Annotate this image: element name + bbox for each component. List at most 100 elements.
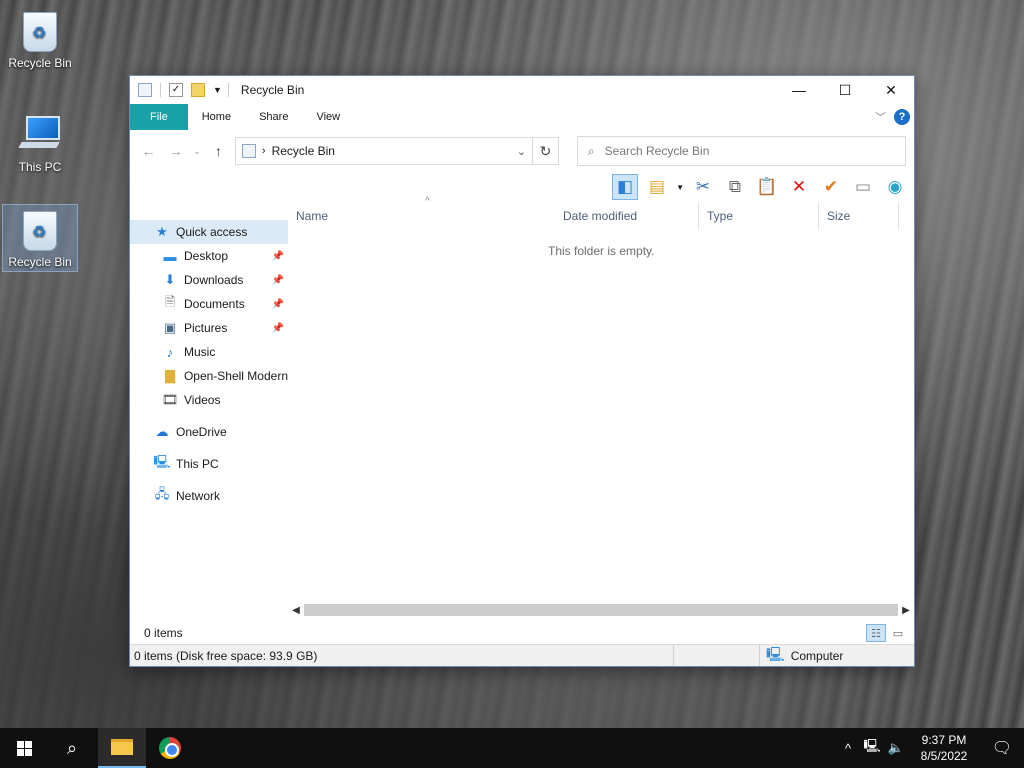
tab-view[interactable]: View (302, 104, 354, 130)
refresh-button[interactable]: ↻ (531, 137, 559, 165)
chevron-down-icon[interactable]: ⌄ (517, 145, 526, 158)
nav-item-open-shell[interactable]: ▇ Open-Shell Modern (130, 364, 288, 388)
nav-item-pictures[interactable]: ▣ Pictures 📌 (130, 316, 288, 340)
nav-item-music[interactable]: ♪ Music (130, 340, 288, 364)
horizontal-scrollbar[interactable]: ◀ ▶ (288, 601, 914, 619)
customize-quick-access-icon[interactable]: ▼ (213, 85, 222, 95)
network-icon[interactable]: 🖳 (860, 737, 884, 759)
search-input[interactable]: ⌕ Search Recycle Bin (576, 136, 906, 166)
desktop-icon-this-pc[interactable]: This PC (2, 106, 78, 174)
details-view-icon[interactable]: ☷ (866, 624, 886, 642)
windows-logo-icon (16, 740, 32, 756)
nav-label: Quick access (176, 225, 248, 239)
view-dropdown-icon[interactable]: ▼ (676, 183, 684, 192)
nav-label: Music (184, 345, 216, 359)
up-button[interactable]: ↑ (208, 143, 229, 159)
nav-label: This PC (176, 457, 219, 471)
start-button[interactable] (0, 728, 48, 768)
film-icon: 🎞 (161, 392, 179, 407)
nav-item-network[interactable]: 🖧 Network (130, 484, 288, 508)
chrome-icon (159, 737, 181, 759)
nav-label: Documents (184, 297, 245, 311)
nav-item-videos[interactable]: 🎞 Videos (130, 388, 288, 412)
chevron-up-icon[interactable]: ^ (836, 741, 860, 756)
delete-icon[interactable]: ✕ (786, 174, 812, 200)
divider (227, 83, 229, 97)
classic-toolbar: ◧ ▤ ▼ ✂ ⧉ 📋 ✕ ✔ ▭ ◉ (130, 172, 914, 202)
expand-ribbon-icon[interactable]: ﹀ (875, 109, 886, 125)
computer-icon: 🖳 (153, 454, 171, 469)
scrollbar-thumb[interactable] (304, 604, 898, 616)
taskbar-chrome[interactable] (146, 728, 194, 768)
music-note-icon: ♪ (166, 344, 174, 360)
forward-button[interactable]: → (165, 143, 186, 159)
item-count: 0 items (144, 626, 183, 640)
folder-icon (111, 739, 133, 755)
sort-ascending-icon: ^ (425, 196, 430, 207)
nav-item-quick-access[interactable]: ★ Quick access (130, 220, 288, 244)
breadcrumb-separator-icon[interactable]: › (262, 145, 266, 157)
check-icon[interactable]: ✔ (818, 174, 844, 200)
item-count-bar: 0 items ☷ ▭ (130, 622, 914, 644)
scroll-right-icon[interactable]: ▶ (898, 605, 914, 616)
ribbon-tabs: File Home Share View ﹀ ? (130, 104, 914, 130)
copy-icon[interactable]: ⧉ (722, 174, 748, 200)
status-location: Computer (790, 648, 844, 663)
column-type[interactable]: Type (699, 202, 819, 230)
globe-icon[interactable]: ◉ (882, 174, 908, 200)
volume-icon[interactable]: 🔈 (884, 740, 908, 756)
desktop-icon-recycle-bin[interactable]: Recycle Bin (2, 6, 78, 74)
recycle-bin-icon (23, 211, 57, 251)
maximize-button[interactable]: ☐ (822, 76, 868, 104)
scroll-left-icon[interactable]: ◀ (288, 605, 304, 616)
tab-share[interactable]: Share (245, 104, 302, 130)
large-icons-view-icon[interactable]: ▭ (888, 624, 908, 642)
nav-item-this-pc[interactable]: 🖳 This PC (130, 452, 288, 476)
file-list[interactable]: ^ Name Date modified Type Size This fold… (288, 196, 914, 606)
divider (160, 83, 161, 97)
tab-home[interactable]: Home (188, 104, 245, 130)
clock-time: 9:37 PM (921, 733, 967, 747)
nav-item-desktop[interactable]: ▬ Desktop 📌 (130, 244, 288, 268)
nav-label: Downloads (184, 273, 244, 287)
nav-item-documents[interactable]: 🗎 Documents 📌 (130, 292, 288, 316)
nav-item-onedrive[interactable]: ☁ OneDrive (130, 420, 288, 444)
document-icon: 🗎 (164, 294, 176, 309)
view-mode-icon[interactable]: ▤ (644, 174, 670, 200)
search-button[interactable]: ⌕ (48, 728, 96, 768)
help-icon[interactable]: ? (894, 109, 910, 125)
column-name[interactable]: Name (288, 202, 555, 230)
minimize-button[interactable]: — (776, 76, 822, 104)
cloud-icon: ☁ (155, 424, 169, 439)
breadcrumb-recycle-bin[interactable]: Recycle Bin (272, 144, 335, 158)
clock[interactable]: 9:37 PM 8/5/2022 (908, 732, 980, 764)
new-folder-icon[interactable] (191, 83, 205, 97)
close-button[interactable]: ✕ (868, 76, 914, 104)
address-bar[interactable]: › Recycle Bin ⌄ (234, 137, 533, 165)
recent-locations-button[interactable]: ⌄ (192, 146, 202, 157)
title-bar: ✓ ▼ Recycle Bin — ☐ ✕ (130, 76, 914, 104)
column-date-modified[interactable]: Date modified (555, 202, 699, 230)
folder-icon: ▇ (164, 368, 175, 383)
desktop-icon-recycle-bin-selected[interactable]: Recycle Bin (2, 204, 78, 272)
network-icon: 🖧 (154, 486, 170, 501)
navigation-pane-icon[interactable]: ◧ (612, 174, 639, 200)
back-button[interactable]: ← (138, 143, 159, 159)
nav-item-downloads[interactable]: ⬇ Downloads 📌 (130, 268, 288, 292)
taskbar-file-explorer[interactable] (98, 728, 146, 768)
rename-icon[interactable]: ▭ (850, 174, 876, 200)
cut-icon[interactable]: ✂ (690, 174, 716, 200)
notifications-icon[interactable]: 🗨 (980, 738, 1024, 758)
status-disk-space: 0 items (Disk free space: 93.9 GB) (130, 645, 674, 666)
paste-icon[interactable]: 📋 (754, 174, 780, 200)
properties-icon[interactable]: ✓ (169, 83, 183, 97)
recycle-bin-icon (23, 12, 57, 52)
recycle-bin-small-icon (138, 83, 152, 97)
navigation-pane: ★ Quick access ▬ Desktop 📌 ⬇ Downloads 📌… (130, 202, 288, 606)
tab-file[interactable]: File (130, 104, 188, 130)
computer-icon: 🖳 (766, 645, 785, 662)
column-size[interactable]: Size (819, 202, 899, 230)
clock-date: 8/5/2022 (920, 749, 968, 763)
computer-icon (18, 112, 62, 156)
desktop-icon-label: This PC (18, 160, 62, 174)
